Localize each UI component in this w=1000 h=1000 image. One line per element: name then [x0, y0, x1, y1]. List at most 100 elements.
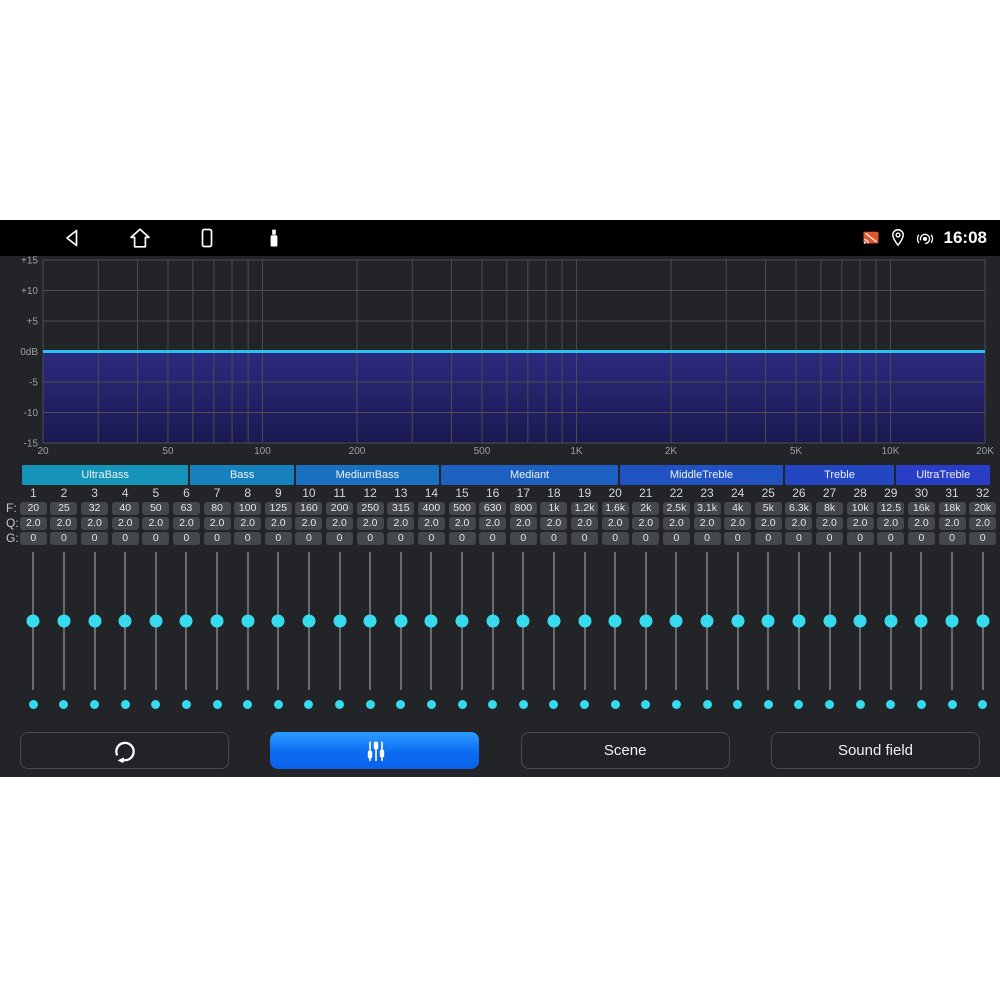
- frequency-value-box[interactable]: 4k: [724, 502, 751, 515]
- gain-value-box[interactable]: 0: [449, 532, 476, 545]
- frequency-value-box[interactable]: 2k: [632, 502, 659, 515]
- gain-slider[interactable]: [18, 552, 49, 690]
- gain-value-box[interactable]: 0: [357, 532, 384, 545]
- gain-slider[interactable]: [263, 552, 294, 690]
- slider-knob[interactable]: [792, 615, 805, 628]
- slider-knob[interactable]: [364, 615, 377, 628]
- slider-knob[interactable]: [915, 615, 928, 628]
- gain-value-box[interactable]: 0: [602, 532, 629, 545]
- gain-slider[interactable]: [784, 552, 815, 690]
- gain-value-box[interactable]: 0: [20, 532, 47, 545]
- gain-slider[interactable]: [110, 552, 141, 690]
- q-value-box[interactable]: 2.0: [142, 517, 169, 530]
- frequency-value-box[interactable]: 3.1k: [694, 502, 721, 515]
- frequency-value-box[interactable]: 20k: [969, 502, 996, 515]
- gain-value-box[interactable]: 0: [663, 532, 690, 545]
- q-value-box[interactable]: 2.0: [694, 517, 721, 530]
- gain-slider[interactable]: [355, 552, 386, 690]
- q-value-box[interactable]: 2.0: [724, 517, 751, 530]
- gain-value-box[interactable]: 0: [479, 532, 506, 545]
- slider-knob[interactable]: [88, 615, 101, 628]
- gain-value-box[interactable]: 0: [387, 532, 414, 545]
- q-value-box[interactable]: 2.0: [632, 517, 659, 530]
- frequency-value-box[interactable]: 8k: [816, 502, 843, 515]
- gain-slider[interactable]: [692, 552, 723, 690]
- frequency-value-box[interactable]: 630: [479, 502, 506, 515]
- q-value-box[interactable]: 2.0: [939, 517, 966, 530]
- q-value-box[interactable]: 2.0: [418, 517, 445, 530]
- q-value-box[interactable]: 2.0: [387, 517, 414, 530]
- q-value-box[interactable]: 2.0: [81, 517, 108, 530]
- gain-slider[interactable]: [386, 552, 417, 690]
- slider-knob[interactable]: [211, 615, 224, 628]
- recents-icon[interactable]: [195, 226, 219, 250]
- slider-knob[interactable]: [333, 615, 346, 628]
- frequency-value-box[interactable]: 40: [112, 502, 139, 515]
- slider-knob[interactable]: [547, 615, 560, 628]
- q-value-box[interactable]: 2.0: [449, 517, 476, 530]
- gain-slider[interactable]: [232, 552, 263, 690]
- gain-slider[interactable]: [49, 552, 80, 690]
- frequency-value-box[interactable]: 80: [204, 502, 231, 515]
- slider-knob[interactable]: [609, 615, 622, 628]
- back-icon[interactable]: [61, 226, 85, 250]
- gain-value-box[interactable]: 0: [724, 532, 751, 545]
- slider-knob[interactable]: [639, 615, 652, 628]
- gain-value-box[interactable]: 0: [847, 532, 874, 545]
- gain-slider[interactable]: [294, 552, 325, 690]
- slider-knob[interactable]: [425, 615, 438, 628]
- slider-knob[interactable]: [272, 615, 285, 628]
- frequency-value-box[interactable]: 1k: [540, 502, 567, 515]
- frequency-value-box[interactable]: 6.3k: [785, 502, 812, 515]
- q-value-box[interactable]: 2.0: [602, 517, 629, 530]
- gain-slider[interactable]: [722, 552, 753, 690]
- slider-knob[interactable]: [884, 615, 897, 628]
- slider-knob[interactable]: [701, 615, 714, 628]
- gain-slider[interactable]: [477, 552, 508, 690]
- frequency-value-box[interactable]: 10k: [847, 502, 874, 515]
- gain-value-box[interactable]: 0: [510, 532, 537, 545]
- frequency-value-box[interactable]: 800: [510, 502, 537, 515]
- gain-slider[interactable]: [416, 552, 447, 690]
- gain-slider[interactable]: [324, 552, 355, 690]
- gain-slider[interactable]: [539, 552, 570, 690]
- q-value-box[interactable]: 2.0: [510, 517, 537, 530]
- gain-slider[interactable]: [569, 552, 600, 690]
- slider-knob[interactable]: [149, 615, 162, 628]
- q-value-box[interactable]: 2.0: [755, 517, 782, 530]
- frequency-value-box[interactable]: 500: [449, 502, 476, 515]
- frequency-value-box[interactable]: 12.5: [877, 502, 904, 515]
- frequency-value-box[interactable]: 315: [387, 502, 414, 515]
- gain-value-box[interactable]: 0: [632, 532, 659, 545]
- q-value-box[interactable]: 2.0: [663, 517, 690, 530]
- gain-slider[interactable]: [814, 552, 845, 690]
- q-value-box[interactable]: 2.0: [479, 517, 506, 530]
- gain-slider[interactable]: [631, 552, 662, 690]
- slider-knob[interactable]: [27, 615, 40, 628]
- frequency-value-box[interactable]: 125: [265, 502, 292, 515]
- q-value-box[interactable]: 2.0: [877, 517, 904, 530]
- q-value-box[interactable]: 2.0: [265, 517, 292, 530]
- gain-value-box[interactable]: 0: [877, 532, 904, 545]
- slider-knob[interactable]: [670, 615, 683, 628]
- gain-value-box[interactable]: 0: [234, 532, 261, 545]
- slider-knob[interactable]: [578, 615, 591, 628]
- slider-knob[interactable]: [394, 615, 407, 628]
- gain-value-box[interactable]: 0: [540, 532, 567, 545]
- q-value-box[interactable]: 2.0: [20, 517, 47, 530]
- q-value-box[interactable]: 2.0: [816, 517, 843, 530]
- gain-value-box[interactable]: 0: [112, 532, 139, 545]
- gain-slider[interactable]: [447, 552, 478, 690]
- gain-value-box[interactable]: 0: [81, 532, 108, 545]
- q-value-box[interactable]: 2.0: [326, 517, 353, 530]
- gain-slider[interactable]: [141, 552, 172, 690]
- slider-knob[interactable]: [119, 615, 132, 628]
- slider-knob[interactable]: [456, 615, 469, 628]
- slider-knob[interactable]: [57, 615, 70, 628]
- slider-knob[interactable]: [180, 615, 193, 628]
- gain-slider[interactable]: [845, 552, 876, 690]
- home-icon[interactable]: [128, 226, 152, 250]
- gain-slider[interactable]: [753, 552, 784, 690]
- gain-value-box[interactable]: 0: [142, 532, 169, 545]
- gain-value-box[interactable]: 0: [265, 532, 292, 545]
